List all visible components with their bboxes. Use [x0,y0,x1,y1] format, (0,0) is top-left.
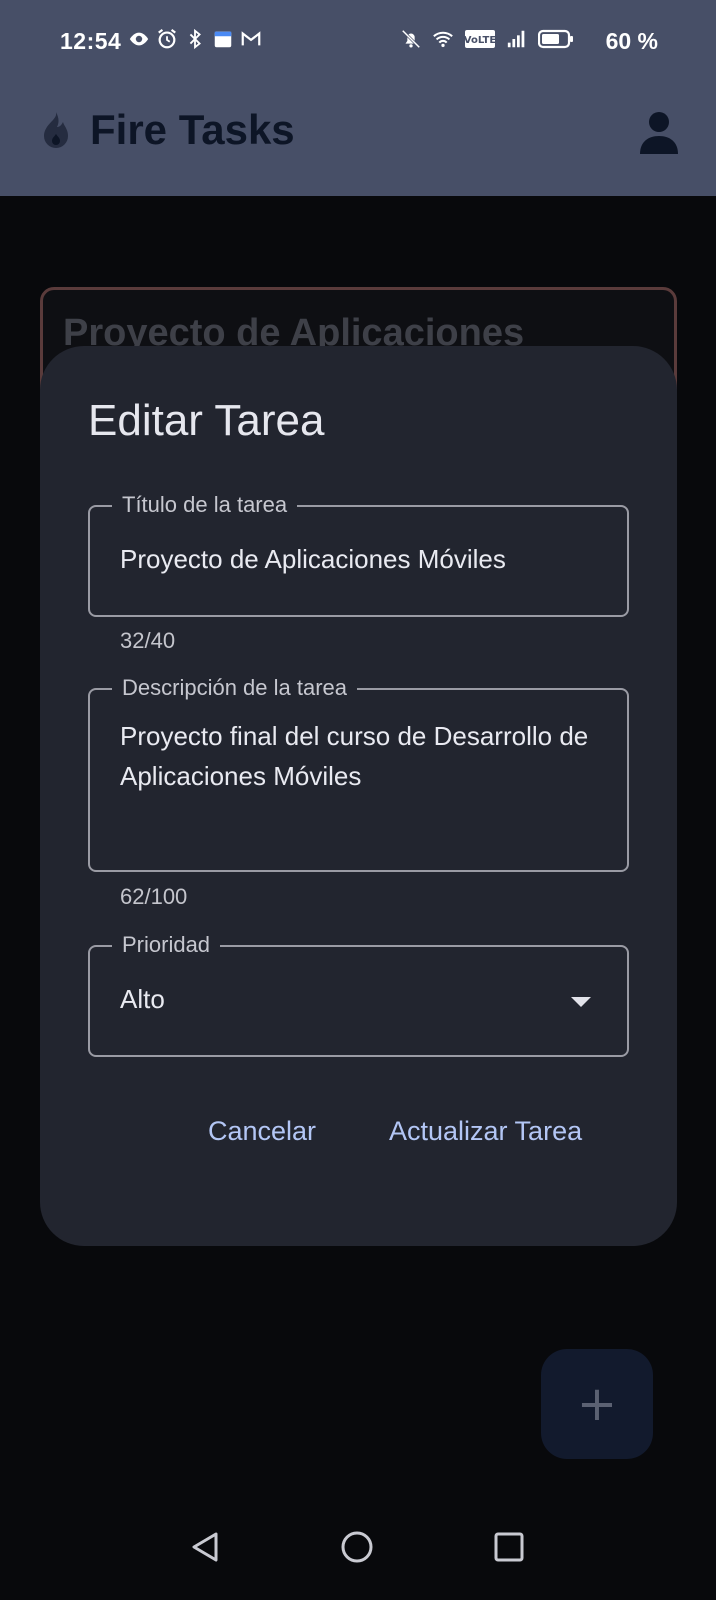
gmail-icon [241,31,261,46]
battery-icon [538,29,573,49]
home-icon[interactable] [340,1530,374,1564]
top-app-bar: 12:54 VoLTE 60 % Fire Tasks [0,0,716,196]
bell-off-icon [401,29,421,49]
eye-icon [129,32,149,46]
edit-task-dialog: Editar Tarea Título de la tarea Proyecto… [40,346,677,1246]
status-time: 12:54 [60,28,122,54]
task-title-field[interactable]: Título de la tarea Proyecto de Aplicacio… [88,491,629,617]
plus-icon: + [576,1376,618,1432]
navigation-bar [0,1530,716,1600]
task-title-counter: 32/40 [120,628,176,653]
battery-percent: 60 % [605,28,658,54]
calendar-icon [214,31,232,48]
signal-icon [507,30,525,48]
task-title-label: Título de la tarea [112,491,298,519]
add-task-button[interactable]: + [541,1349,653,1459]
status-bar: 12:54 VoLTE 60 % [0,22,716,62]
dialog-title: Editar Tarea [88,396,325,445]
flame-icon [44,112,68,148]
status-system-icons: VoLTE [400,28,574,50]
task-description-field[interactable]: Descripción de la tarea Proyecto final d… [88,674,629,872]
back-icon[interactable] [188,1530,222,1564]
person-icon[interactable] [638,110,680,154]
cancel-button[interactable]: Cancelar [208,1116,316,1147]
status-notification-icons [128,28,262,50]
wifi-icon [433,31,453,48]
priority-dropdown[interactable]: Prioridad Alto [88,931,629,1057]
task-description-counter: 62/100 [120,884,188,909]
volte-icon: VoLTE [464,30,496,48]
app-title: Fire Tasks [90,106,295,153]
alarm-icon [158,28,176,49]
priority-label: Prioridad [112,931,221,959]
task-description-value: Proyecto final del curso de Desarrollo d… [120,721,589,791]
dropdown-arrow-icon[interactable] [571,997,591,1007]
task-title-value: Proyecto de Aplicaciones Móviles [120,544,506,574]
task-description-label: Descripción de la tarea [112,674,358,702]
recents-icon[interactable] [492,1530,526,1564]
priority-value: Alto [120,984,165,1014]
bluetooth-icon [189,28,201,50]
screen: 12:54 VoLTE 60 % Fire Tasks Proyecto de … [0,0,716,1600]
svg-text:VoLTE: VoLTE [464,35,496,46]
update-task-button[interactable]: Actualizar Tarea [389,1116,582,1147]
